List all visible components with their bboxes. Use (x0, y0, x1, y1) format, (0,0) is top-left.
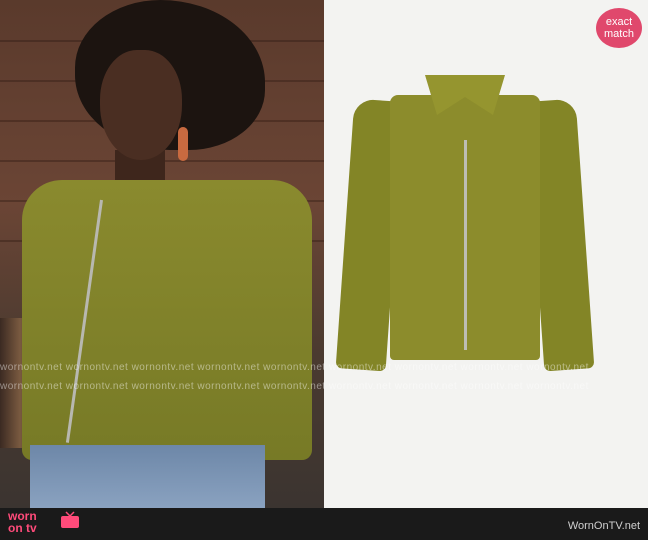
jeans (30, 445, 265, 508)
product-zip-shirt (335, 70, 595, 372)
face (100, 50, 182, 160)
brand-logo: worn on tv (8, 510, 37, 534)
worn-photo (0, 0, 324, 508)
product-zipper (464, 140, 467, 350)
badge-line-2: match (604, 28, 634, 40)
tv-icon (61, 511, 79, 528)
badge-line-1: exact (605, 16, 633, 28)
brand-line-2: on tv (8, 521, 37, 535)
footer-bar (0, 508, 648, 540)
watermark-row: wornontv.net wornontv.net wornontv.net w… (0, 362, 589, 373)
exact-match-badge: exact match (596, 8, 642, 48)
site-name: WornOnTV.net (567, 520, 640, 532)
worn-zip-shirt (22, 180, 312, 460)
watermark-row: wornontv.net wornontv.net wornontv.net w… (0, 381, 589, 392)
earring (178, 127, 188, 161)
